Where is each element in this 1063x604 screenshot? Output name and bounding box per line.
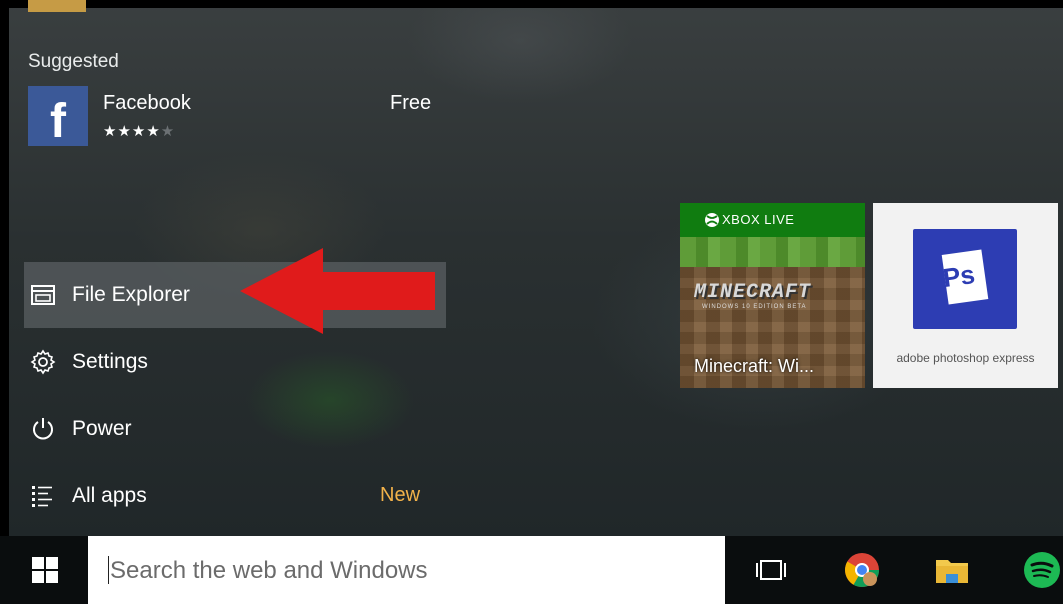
photoshop-express-tile[interactable]: Ps adobe photoshop express [873,203,1058,388]
list-icon [32,486,52,507]
chrome-icon[interactable] [842,550,882,590]
app-price: Free [390,92,432,114]
minecraft-tile-label: Minecraft: Wi... [694,356,815,376]
power-menu-item[interactable]: Power [24,396,446,462]
facebook-icon: f [28,86,88,148]
gear-icon [30,349,56,375]
all-apps-menu-item[interactable]: All apps New [24,463,446,529]
taskbar [0,536,1063,604]
start-button[interactable] [9,536,87,604]
facebook-tile-letter: f [50,95,66,148]
file-explorer-label: File Explorer [72,283,190,306]
power-label: Power [72,417,132,440]
xbox-live-text: XBOX LIVE [722,212,795,227]
red-arrow-annotation [240,248,435,334]
windows-logo-icon [32,557,58,583]
minecraft-logo: MINECRAFT [694,281,812,304]
xbox-live-banner: XBOX LIVE [680,203,865,237]
screen-border-top [0,0,1063,8]
photoshop-tile-label: adobe photoshop express [896,351,1035,365]
accent-bar [28,0,86,12]
minecraft-grass-texture [680,237,865,267]
suggested-header: Suggested [28,51,119,72]
settings-label: Settings [72,350,148,373]
screen-border-left [0,0,9,604]
star-rating: ★★★★★ [103,123,176,140]
new-badge: New [380,484,421,506]
folder-icon[interactable] [932,550,972,590]
minecraft-tile[interactable]: XBOX LIVE MINECRAFT WINDOWS 10 EDITION B… [680,203,865,388]
app-name: Facebook [103,92,191,114]
search-box[interactable] [88,536,725,604]
minecraft-logo-subtitle: WINDOWS 10 EDITION BETA [702,304,807,310]
photoshop-icon-text: Ps [940,258,977,294]
file-explorer-icon [31,285,55,305]
search-input[interactable] [108,552,702,590]
all-apps-label: All apps [72,484,147,507]
xbox-icon [705,213,719,227]
suggested-app-facebook[interactable]: f Facebook ★★★★★ Free [28,86,448,148]
spotify-icon[interactable] [1022,550,1062,590]
power-icon [33,418,53,440]
task-view-icon[interactable] [752,550,792,590]
settings-menu-item[interactable]: Settings [24,329,446,395]
photoshop-icon: Ps [913,229,1017,329]
